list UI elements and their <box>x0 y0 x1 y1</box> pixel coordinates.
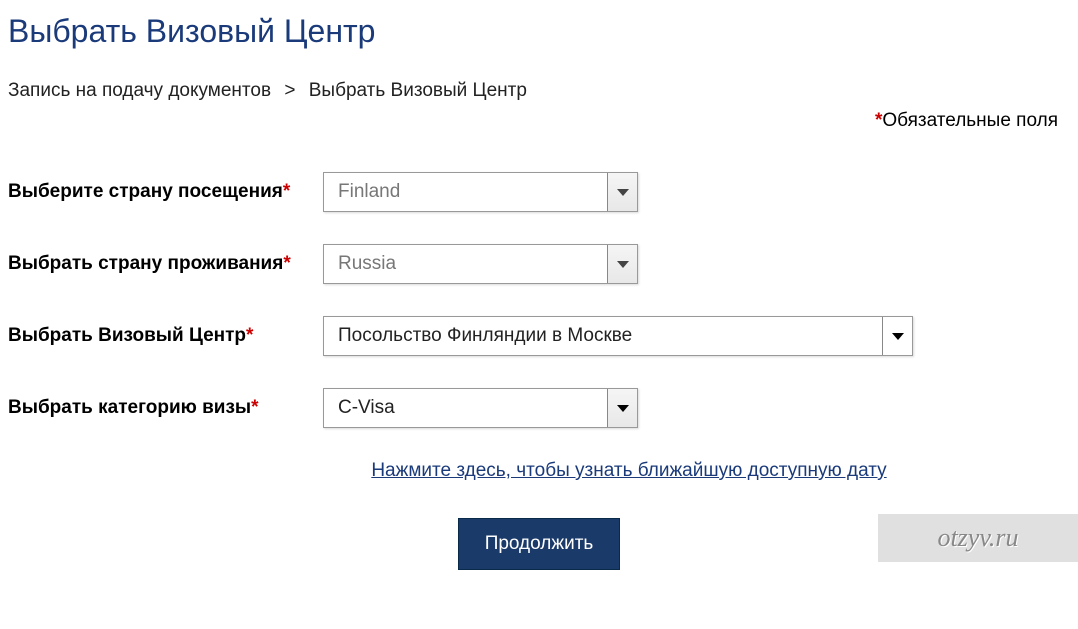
info-link-row: Нажмите здесь, чтобы узнать ближайшую до… <box>8 460 1070 482</box>
chevron-down-icon <box>607 245 637 283</box>
country-residence-label: Выбрать страну проживания* <box>8 253 323 275</box>
breadcrumb-separator: > <box>284 80 295 101</box>
page-title: Выбрать Визовый Центр <box>8 13 1070 50</box>
country-visit-value: Finland <box>324 181 607 203</box>
watermark: otzyv.ru <box>878 514 1078 562</box>
asterisk-icon: * <box>283 181 290 202</box>
required-fields-hint: *Обязательные поля <box>8 110 1070 132</box>
continue-button[interactable]: Продолжить <box>458 518 621 570</box>
visa-category-label: Выбрать категорию визы* <box>8 397 323 419</box>
visa-center-value: Посольство Финляндии в Москве <box>324 325 882 347</box>
earliest-date-link[interactable]: Нажмите здесь, чтобы узнать ближайшую до… <box>371 460 886 481</box>
visa-center-select[interactable]: Посольство Финляндии в Москве <box>323 316 913 356</box>
asterisk-icon: * <box>283 253 290 274</box>
breadcrumb-item-current: Выбрать Визовый Центр <box>309 80 527 101</box>
form-row-visa-center: Выбрать Визовый Центр* Посольство Финлян… <box>8 316 1070 356</box>
chevron-down-icon <box>607 389 637 427</box>
visa-center-label: Выбрать Визовый Центр* <box>8 325 323 347</box>
chevron-down-icon <box>607 173 637 211</box>
visa-category-value: C-Visa <box>324 397 607 419</box>
breadcrumb: Запись на подачу документов > Выбрать Ви… <box>8 80 1070 102</box>
form-row-country-residence: Выбрать страну проживания* Russia <box>8 244 1070 284</box>
asterisk-icon: * <box>246 325 253 346</box>
form-row-visa-category: Выбрать категорию визы* C-Visa <box>8 388 1070 428</box>
country-residence-value: Russia <box>324 253 607 275</box>
breadcrumb-item[interactable]: Запись на подачу документов <box>8 80 271 101</box>
country-visit-select[interactable]: Finland <box>323 172 638 212</box>
country-visit-label: Выберите страну посещения* <box>8 181 323 203</box>
visa-category-select[interactable]: C-Visa <box>323 388 638 428</box>
asterisk-icon: * <box>251 397 258 418</box>
chevron-down-icon <box>882 317 912 355</box>
form-row-country-visit: Выберите страну посещения* Finland <box>8 172 1070 212</box>
country-residence-select[interactable]: Russia <box>323 244 638 284</box>
